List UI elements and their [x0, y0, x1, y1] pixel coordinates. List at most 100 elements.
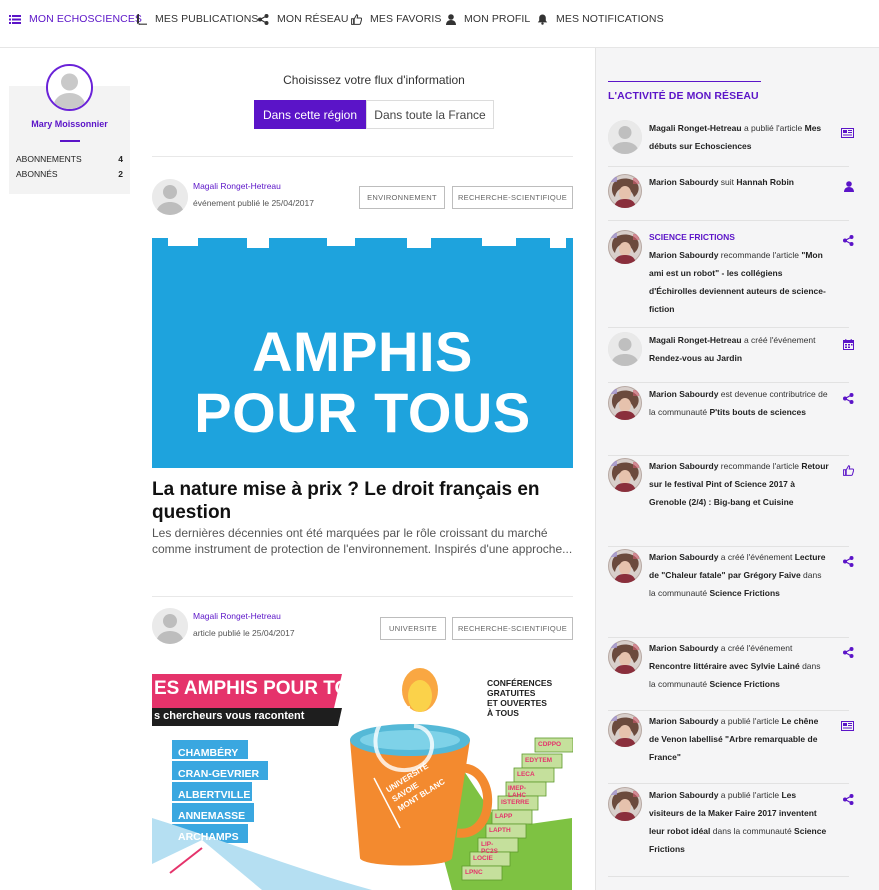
profile-divider — [60, 140, 80, 142]
tagline-line: ET OUVERTES — [487, 698, 547, 708]
nav-mon-profil[interactable]: MON PROFIL — [446, 13, 530, 25]
avatar[interactable] — [608, 458, 642, 492]
avatar[interactable] — [608, 386, 642, 420]
stat-abonnes[interactable]: ABONNÉS 2 — [16, 169, 123, 179]
avatar[interactable] — [608, 787, 642, 821]
activity-text: Marion Sabourdy est devenue contributric… — [649, 385, 829, 421]
activity-text: Marion Sabourdy a créé l'événement Lectu… — [649, 548, 829, 602]
activity-link[interactable]: Marion Sabourdy — [649, 461, 718, 471]
city-label: ANNEMASSE — [178, 810, 246, 822]
avatar[interactable] — [608, 120, 642, 154]
avatar[interactable] — [608, 713, 642, 747]
activity-verb: recommande l'article — [718, 461, 802, 471]
activity-text: Magali Ronget-Hetreau a publié l'article… — [649, 119, 829, 155]
nav-mes-notifications[interactable]: MES NOTIFICATIONS — [537, 13, 664, 25]
activity-link[interactable]: Rencontre littéraire avec Sylvie Lainé — [649, 661, 800, 671]
region-toggle-button[interactable]: Dans cette région — [254, 100, 366, 129]
activity-verb: a créé l'événement — [741, 335, 816, 345]
avatar[interactable] — [46, 64, 93, 111]
activity-verb: recommande l'article — [718, 250, 802, 260]
activity-verb: suit — [718, 177, 737, 187]
activity-text: Marion Sabourdy suit Hannah Robin — [649, 173, 829, 191]
avatar[interactable] — [608, 332, 642, 366]
avatar[interactable] — [608, 549, 642, 583]
activity-verb: a publié l'article — [741, 123, 805, 133]
city-label: ARCHAMPS — [178, 831, 239, 843]
nav-label: MES FAVORIS — [370, 13, 442, 25]
tag-universite[interactable]: UNIVERSITE — [380, 617, 446, 640]
file-label: LAPTH — [489, 827, 511, 834]
nav-mon-echosciences[interactable]: MON ECHOSCIENCES — [9, 13, 142, 25]
post-title-link[interactable]: La nature mise à prix ? Le droit françai… — [152, 478, 573, 524]
activity-link[interactable]: Marion Sabourdy — [649, 643, 718, 653]
tagline-line: CONFÉRENCES — [487, 678, 553, 688]
tag-recherche-scientifique[interactable]: RECHERCHE-SCIENTIFIQUE — [452, 186, 573, 209]
activity-link[interactable]: Marion Sabourdy — [649, 790, 718, 800]
activity-link[interactable]: Magali Ronget-Hetreau — [649, 123, 742, 133]
feed-title: Choisissez votre flux d'information — [283, 73, 465, 87]
nav-mon-reseau[interactable]: MON RÉSEAU — [258, 13, 349, 25]
activity-panel: L'ACTIVITÉ DE MON RÉSEAU Magali Ronget-H… — [595, 48, 879, 890]
activity-link[interactable]: Magali Ronget-Hetreau — [649, 335, 742, 345]
tag-recherche-scientifique[interactable]: RECHERCHE-SCIENTIFIQUE — [452, 617, 573, 640]
divider — [152, 156, 573, 157]
activity-title-rule — [608, 81, 761, 82]
avatar[interactable] — [608, 230, 642, 264]
activity-link[interactable]: Marion Sabourdy — [649, 250, 718, 260]
nav-mes-publications[interactable]: MES PUBLICATIONS — [137, 13, 259, 25]
stat-abonnements[interactable]: ABONNEMENTS 4 — [16, 154, 123, 164]
activity-title: L'ACTIVITÉ DE MON RÉSEAU — [608, 90, 759, 102]
image-text: POUR TOUS — [194, 381, 531, 444]
share-icon — [843, 391, 854, 409]
stat-label: ABONNÉS — [16, 169, 58, 179]
city-label: ALBERTVILLE — [178, 789, 251, 801]
nav-label: MON PROFIL — [464, 13, 531, 25]
divider — [608, 783, 849, 784]
avatar[interactable] — [608, 640, 642, 674]
activity-text: Marion Sabourdy a publié l'article Les v… — [649, 786, 829, 858]
image-text: ES AMPHIS POUR TOUS — [154, 678, 376, 699]
community-link[interactable]: SCIENCE FRICTIONS — [649, 228, 829, 246]
avatar[interactable] — [152, 179, 188, 215]
activity-link[interactable]: P'tits bouts de sciences — [709, 407, 806, 417]
activity-link[interactable]: Rendez-vous au Jardin — [649, 353, 742, 363]
nav-mes-favoris[interactable]: MES FAVORIS — [351, 13, 442, 25]
activity-link[interactable]: Marion Sabourdy — [649, 552, 718, 562]
tag-environnement[interactable]: ENVIRONNEMENT — [359, 186, 445, 209]
post-image[interactable]: AMPHIS POUR TOUS — [152, 238, 573, 468]
divider — [608, 382, 849, 383]
image-text: AMPHIS — [252, 320, 473, 383]
divider — [608, 220, 849, 221]
avatar[interactable] — [608, 174, 642, 208]
activity-link[interactable]: Marion Sabourdy — [649, 716, 718, 726]
file-label: EDYTEM — [525, 757, 553, 764]
share-icon — [843, 233, 854, 251]
file-label: LECA — [517, 771, 535, 778]
post-author-link[interactable]: Magali Ronget-Hetreau — [193, 181, 281, 191]
activity-link[interactable]: Science Frictions — [709, 588, 779, 598]
newspaper-icon — [841, 718, 854, 736]
file-label: LOCIE — [473, 855, 493, 862]
activity-verb: a créé l'événement — [718, 552, 795, 562]
city-label: CHAMBÉRY — [178, 747, 239, 759]
activity-link[interactable]: Marion Sabourdy — [649, 177, 718, 187]
tagline-line: À TOUS — [487, 708, 519, 718]
activity-text: Marion Sabourdy recommande l'article Ret… — [649, 457, 829, 511]
calendar-icon — [843, 337, 854, 355]
file-label: CDPPO — [538, 741, 562, 748]
share-icon — [843, 554, 854, 572]
list-icon — [9, 14, 21, 24]
activity-link[interactable]: Science Frictions — [709, 679, 779, 689]
avatar[interactable] — [152, 608, 188, 644]
activity-verb: a publié l'article — [718, 790, 782, 800]
activity-link[interactable]: Marion Sabourdy — [649, 389, 718, 399]
tagline-line: GRATUITES — [487, 688, 536, 698]
france-toggle-button[interactable]: Dans toute la France — [366, 100, 494, 129]
activity-text: Marion Sabourdy a publié l'article Le ch… — [649, 712, 829, 766]
profile-name[interactable]: Mary Moissonnier — [9, 119, 130, 129]
activity-link[interactable]: Hannah Robin — [736, 177, 794, 187]
post-author-link[interactable]: Magali Ronget-Hetreau — [193, 611, 281, 621]
post-image[interactable]: ES AMPHIS POUR TOUS s chercheurs vous ra… — [152, 668, 573, 890]
bell-icon — [537, 14, 548, 25]
post-meta: article publié le 25/04/2017 — [193, 628, 295, 638]
